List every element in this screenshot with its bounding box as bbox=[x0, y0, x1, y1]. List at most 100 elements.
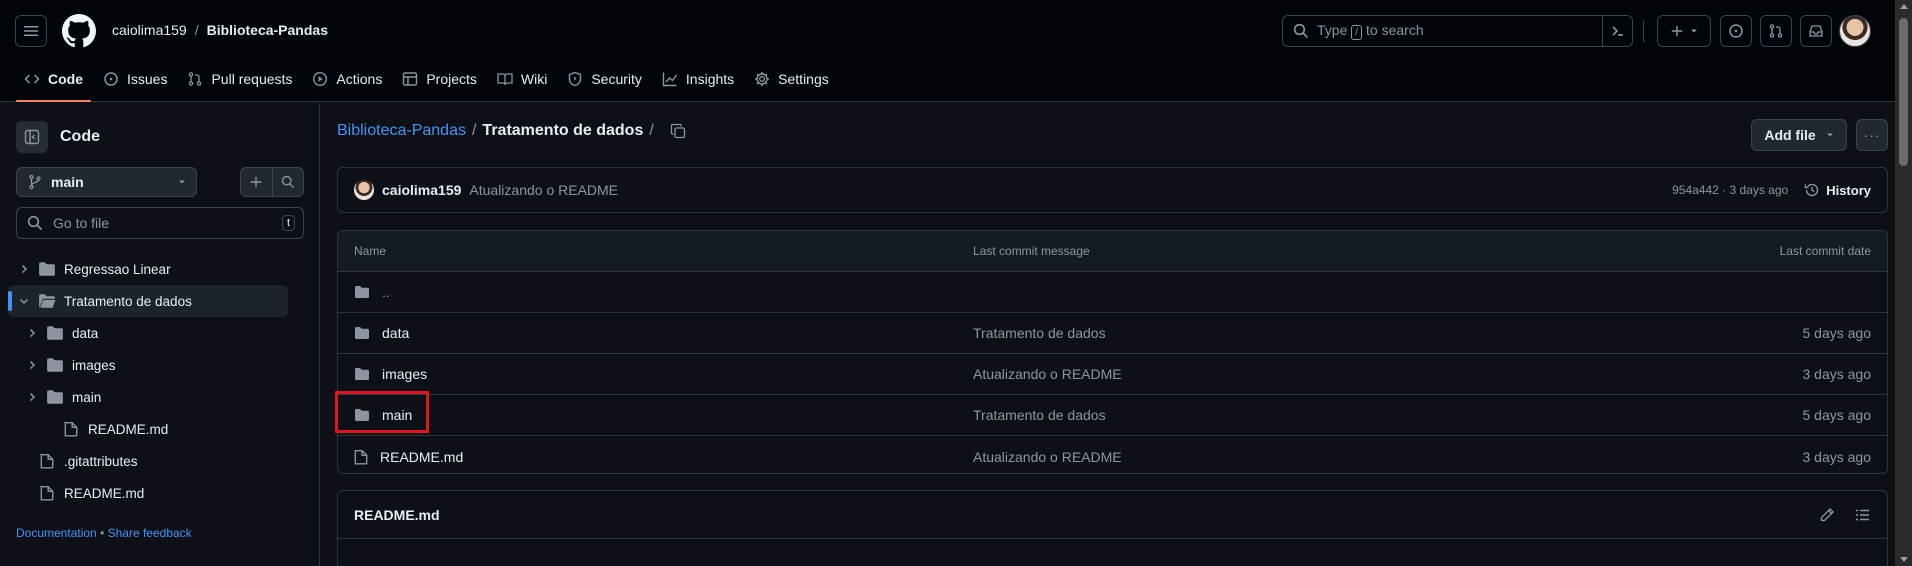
table-row-parent[interactable]: .. bbox=[338, 272, 1887, 313]
history-button[interactable]: History bbox=[1804, 182, 1871, 198]
path-repo-link[interactable]: Biblioteca-Pandas bbox=[337, 122, 466, 140]
scroll-up-arrow-icon[interactable] bbox=[1900, 4, 1908, 9]
path-trailing-separator: / bbox=[649, 122, 654, 139]
readme-header: README.md bbox=[338, 491, 1887, 539]
copy-path-button[interactable] bbox=[670, 123, 686, 139]
owner-link[interactable]: caiolima159 bbox=[112, 22, 187, 38]
scrollbar-thumb[interactable] bbox=[1899, 18, 1908, 166]
tab-projects[interactable]: Projects bbox=[394, 64, 485, 94]
more-options-button[interactable]: ··· bbox=[1856, 119, 1888, 151]
row-name[interactable]: README.md bbox=[380, 449, 463, 465]
repo-link[interactable]: Biblioteca-Pandas bbox=[207, 22, 328, 38]
readme-title[interactable]: README.md bbox=[354, 507, 440, 523]
add-file-button[interactable]: Add file bbox=[1751, 119, 1847, 151]
row-name[interactable]: .. bbox=[382, 284, 390, 300]
search-shortcut-key: / bbox=[1351, 25, 1363, 40]
row-commit-message[interactable]: Atualizando o README bbox=[973, 449, 1122, 465]
shield-icon bbox=[569, 71, 582, 87]
tab-pull-requests[interactable]: Pull requests bbox=[179, 64, 300, 94]
header-breadcrumb: caiolima159 / Biblioteca-Pandas bbox=[112, 22, 328, 38]
git-branch-icon bbox=[29, 174, 41, 190]
caret-down-icon bbox=[1691, 29, 1697, 33]
share-feedback-link[interactable]: Share feedback bbox=[108, 526, 192, 540]
tree-item-data[interactable]: data bbox=[8, 317, 288, 349]
add-file-button[interactable] bbox=[241, 168, 272, 196]
row-commit-message[interactable]: Tratamento de dados bbox=[973, 325, 1106, 341]
table-row-data[interactable]: data Tratamento de dados 5 days ago bbox=[338, 313, 1887, 354]
tab-label: Projects bbox=[426, 71, 477, 87]
chevron-right-icon bbox=[29, 328, 36, 338]
row-name[interactable]: images bbox=[382, 366, 427, 382]
row-commit-date: 3 days ago bbox=[1802, 448, 1872, 465]
tab-actions[interactable]: Actions bbox=[304, 64, 390, 94]
search-input[interactable]: Type / to search bbox=[1282, 15, 1633, 47]
hamburger-icon bbox=[24, 26, 38, 36]
row-commit-message[interactable]: Atualizando o README bbox=[973, 366, 1122, 382]
column-message-header: Last commit message bbox=[973, 244, 1090, 258]
pencil-icon[interactable] bbox=[1819, 507, 1835, 523]
row-name[interactable]: data bbox=[382, 325, 409, 341]
go-to-file-input[interactable]: Go to file t bbox=[16, 207, 304, 239]
path-current-folder: Tratamento de dados bbox=[482, 122, 644, 139]
create-new-button[interactable] bbox=[1657, 15, 1711, 47]
github-logo-icon[interactable] bbox=[62, 14, 96, 48]
row-commit-message[interactable]: Tratamento de dados bbox=[973, 407, 1106, 423]
search-icon bbox=[27, 215, 43, 231]
tab-settings[interactable]: Settings bbox=[746, 64, 837, 94]
path-separator: / bbox=[471, 122, 477, 139]
add-file-label: Add file bbox=[1764, 127, 1816, 143]
footer-separator: • bbox=[100, 526, 105, 540]
tab-security[interactable]: Security bbox=[559, 64, 650, 94]
tab-label: Security bbox=[591, 71, 642, 87]
tree-item-readme-nested[interactable]: README.md bbox=[8, 413, 288, 445]
table-row-images[interactable]: images Atualizando o README 3 days ago bbox=[338, 354, 1887, 395]
tab-code[interactable]: Code bbox=[16, 64, 91, 102]
sidebar-footer: Documentation • Share feedback bbox=[16, 526, 192, 540]
row-commit-date: 3 days ago bbox=[1802, 366, 1872, 382]
tab-insights[interactable]: Insights bbox=[654, 64, 742, 94]
caret-down-icon bbox=[1826, 133, 1833, 137]
commit-message[interactable]: Atualizando o README bbox=[469, 182, 618, 198]
commit-author-avatar[interactable] bbox=[354, 180, 374, 200]
book-icon bbox=[497, 73, 513, 86]
tab-issues[interactable]: Issues bbox=[95, 64, 175, 94]
copy-icon bbox=[670, 123, 685, 139]
history-label: History bbox=[1826, 182, 1871, 198]
commit-meta[interactable]: 954a442 · 3 days ago bbox=[1672, 183, 1788, 197]
table-row-readme[interactable]: README.md Atualizando o README 3 days ag… bbox=[338, 436, 1887, 473]
tree-item-readme[interactable]: README.md bbox=[8, 477, 288, 509]
folder-icon bbox=[355, 368, 369, 380]
table-row-main[interactable]: main Tratamento de dados 5 days ago bbox=[338, 395, 1887, 436]
issues-button[interactable] bbox=[1720, 15, 1752, 47]
tree-item-label: images bbox=[72, 357, 116, 373]
tree-item-main[interactable]: main bbox=[8, 381, 288, 413]
scroll-down-arrow-icon[interactable] bbox=[1900, 557, 1908, 562]
inbox-button[interactable] bbox=[1800, 15, 1832, 47]
file-icon bbox=[354, 449, 368, 465]
menu-button[interactable] bbox=[15, 15, 47, 47]
page-scrollbar[interactable] bbox=[1895, 0, 1912, 566]
documentation-link[interactable]: Documentation bbox=[16, 526, 97, 540]
tree-item-tratamento-de-dados[interactable]: Tratamento de dados bbox=[8, 285, 288, 317]
go-to-file-placeholder: Go to file bbox=[53, 215, 110, 231]
branch-selector[interactable]: main bbox=[16, 167, 197, 197]
search-files-button[interactable] bbox=[271, 168, 304, 196]
pull-requests-button[interactable] bbox=[1760, 15, 1792, 47]
list-unordered-icon[interactable] bbox=[1855, 507, 1871, 523]
repo-tabs: Code Issues Pull requests Actions Projec… bbox=[16, 64, 837, 102]
collapse-sidebar-button[interactable] bbox=[16, 121, 48, 153]
tree-item-label: README.md bbox=[88, 421, 169, 437]
graph-icon bbox=[662, 72, 677, 87]
tab-wiki[interactable]: Wiki bbox=[489, 64, 555, 94]
play-icon bbox=[313, 71, 328, 87]
tree-item-regressao-linear[interactable]: Regressao Linear bbox=[8, 253, 288, 285]
commit-author[interactable]: caiolima159 bbox=[382, 182, 461, 198]
tree-item-images[interactable]: images bbox=[8, 349, 288, 381]
sidebar-title: Code bbox=[60, 128, 100, 145]
breadcrumb-separator: / bbox=[194, 22, 199, 38]
tree-item-gitattributes[interactable]: .gitattributes bbox=[8, 445, 288, 477]
highlight-box bbox=[335, 391, 429, 433]
user-avatar[interactable] bbox=[1839, 15, 1871, 47]
issue-icon bbox=[104, 72, 118, 86]
command-palette-button[interactable] bbox=[1602, 15, 1632, 47]
